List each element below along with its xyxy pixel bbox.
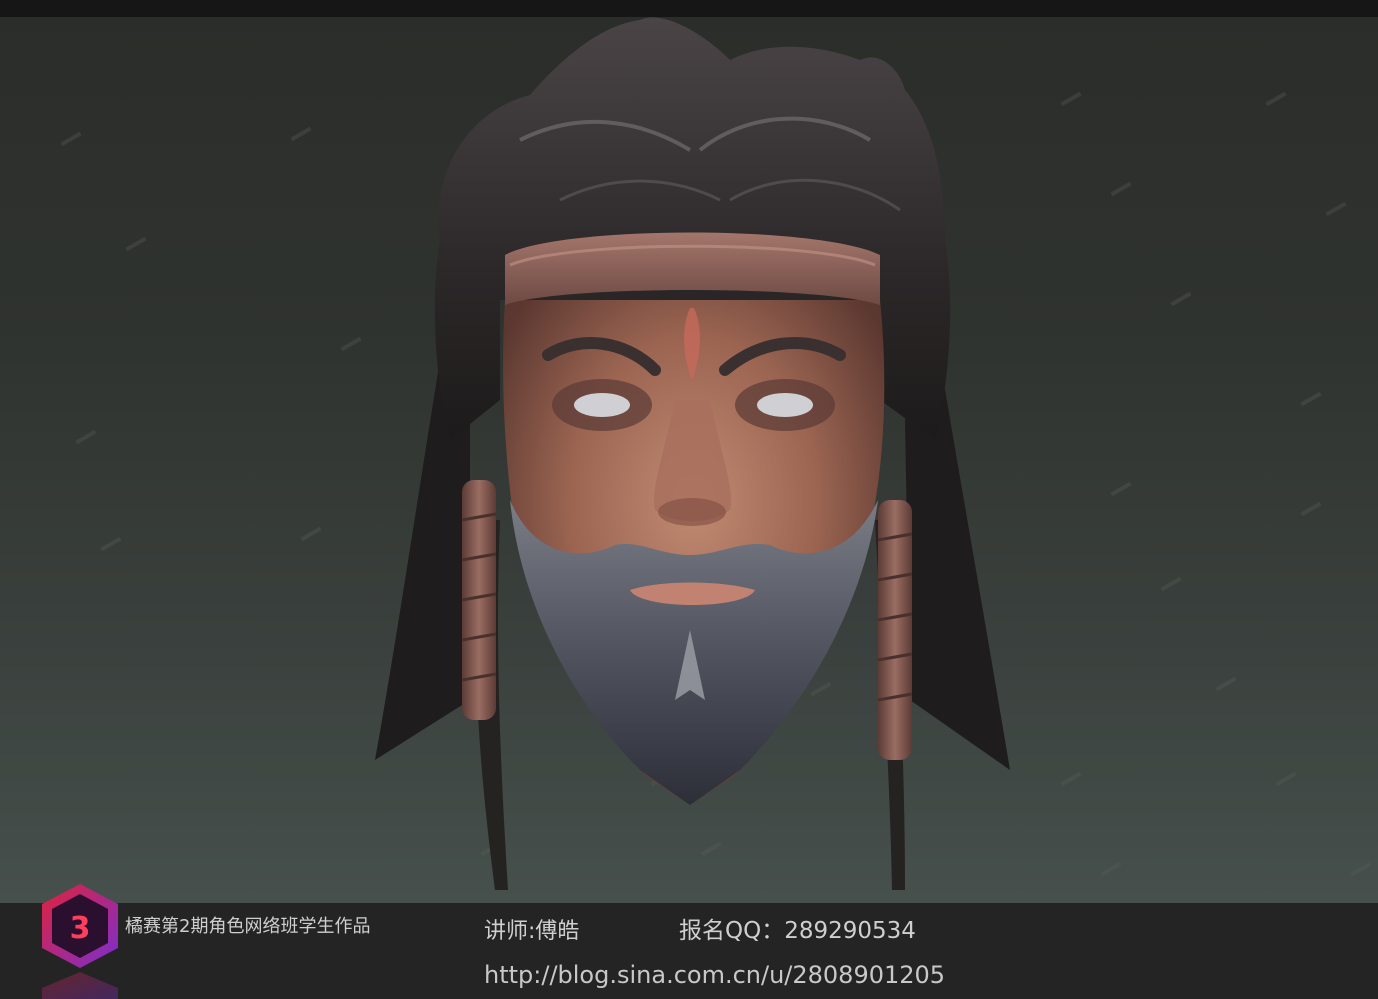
signup-qq-caption: 报名QQ：289290534 (679, 918, 916, 944)
artwork-stage: 3 橘赛第2期角色网络班学生作品 讲师:傅皓 报名QQ：289290534 ht… (0, 0, 1378, 999)
character-head-render (375, 17, 1010, 890)
teacher-caption: 讲师:傅皓 (484, 919, 580, 944)
hexagon-3d-logo-icon: 3 (42, 884, 118, 999)
course-caption: 橘赛第2期角色网络班学生作品 (125, 916, 371, 937)
blog-url-link[interactable]: http://blog.sina.com.cn/u/2808901205 (484, 963, 945, 987)
svg-text:3: 3 (70, 911, 91, 946)
